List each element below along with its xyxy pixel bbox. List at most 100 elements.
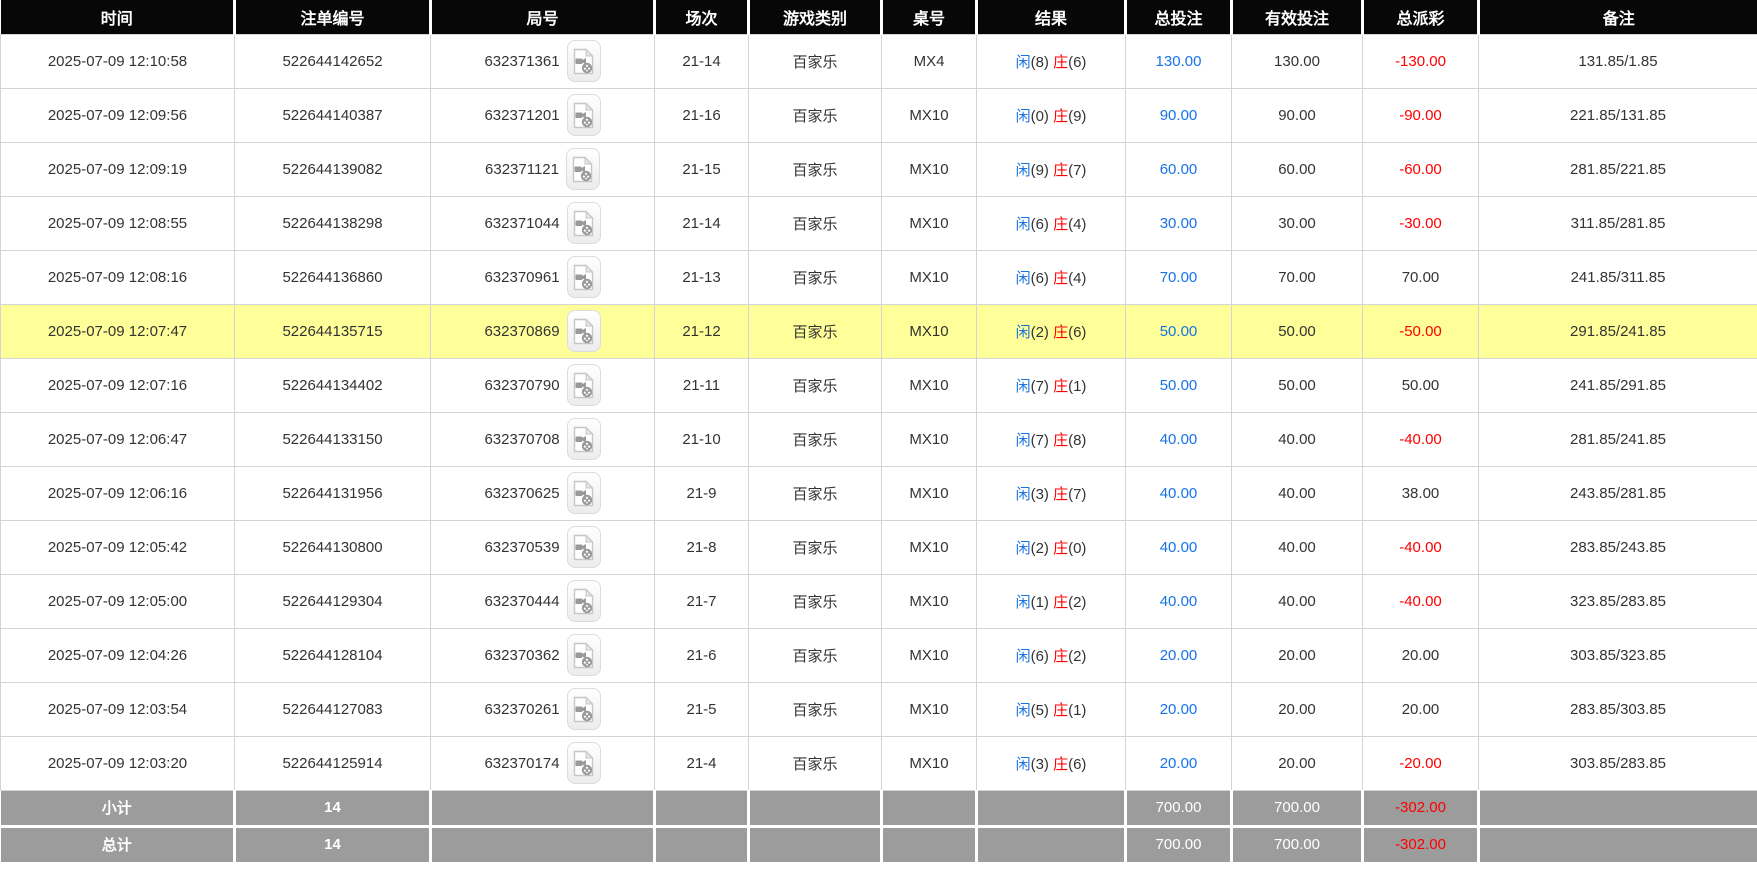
cell-bet-number: 522644138298 <box>234 195 431 251</box>
video-replay-button[interactable] <box>566 634 601 676</box>
grandtotal-row: 总计 14 700.00 700.00 -302.00 <box>0 824 1757 862</box>
cell-bet-number: 522644135715 <box>234 303 431 359</box>
cell-round-number: 632371201 <box>430 87 655 143</box>
result-player-score: (5) <box>1030 701 1054 719</box>
cell-remark: 283.85/243.85 <box>1478 519 1757 575</box>
result-player-score: (3) <box>1030 485 1054 503</box>
footer-remark <box>1478 789 1757 826</box>
result-player-label: 闲 <box>1015 53 1031 71</box>
cell-result: 闲(2) 庄(0) <box>976 519 1126 575</box>
footer-empty-cell <box>976 789 1127 826</box>
round-number-text: 632370539 <box>484 538 560 556</box>
cell-game-type: 百家乐 <box>748 411 882 467</box>
cell-remark: 311.85/281.85 <box>1478 195 1757 251</box>
cell-session: 21-12 <box>654 303 749 359</box>
cell-bet-number: 522644140387 <box>234 87 431 143</box>
table-row: 2025-07-09 12:10:58 522644142652 632371361… <box>0 33 1757 89</box>
cell-table-number: MX10 <box>881 735 977 791</box>
result-banker-label: 庄 <box>1053 215 1069 233</box>
cell-payout: 70.00 <box>1362 249 1479 305</box>
video-replay-button[interactable] <box>566 742 601 784</box>
result-banker-label: 庄 <box>1053 647 1069 665</box>
result-banker-score: (0) <box>1068 539 1087 557</box>
result-banker-label: 庄 <box>1053 755 1069 773</box>
cell-result: 闲(1) 庄(2) <box>976 573 1126 629</box>
round-number-text: 632371201 <box>484 106 560 124</box>
result-banker-score: (9) <box>1068 107 1087 125</box>
result-player-score: (0) <box>1030 107 1054 125</box>
footer-empty-cell <box>881 789 978 826</box>
cell-round-number: 632371121 <box>430 141 655 197</box>
cell-time: 2025-07-09 12:04:26 <box>0 627 235 683</box>
result-banker-label: 庄 <box>1053 485 1069 503</box>
cell-total-bet: 40.00 <box>1125 519 1232 575</box>
cell-session: 21-14 <box>654 33 749 89</box>
round-number-text: 632370444 <box>484 592 560 610</box>
video-replay-button[interactable] <box>566 526 601 568</box>
result-banker-label: 庄 <box>1053 377 1069 395</box>
round-number-group: 632370539 <box>435 526 650 568</box>
cell-round-number: 632370625 <box>430 465 655 521</box>
result-banker-score: (4) <box>1068 215 1087 233</box>
cell-remark: 323.85/283.85 <box>1478 573 1757 629</box>
table-row: 2025-07-09 12:05:42 522644130800 632370539… <box>0 519 1757 575</box>
subtotal-row: 小计 14 700.00 700.00 -302.00 <box>0 789 1757 826</box>
round-number-group: 632370961 <box>435 256 650 298</box>
cell-valid-bet: 20.00 <box>1231 681 1363 737</box>
result-player-score: (6) <box>1030 269 1054 287</box>
result-player-label: 闲 <box>1015 269 1031 287</box>
result-banker-score: (4) <box>1068 269 1087 287</box>
video-replay-button[interactable] <box>566 202 601 244</box>
cell-result: 闲(3) 庄(7) <box>976 465 1126 521</box>
table-footer: 小计 14 700.00 700.00 -302.00 总计 14 700.00 700.00-… <box>0 789 1757 862</box>
video-icon <box>573 263 594 290</box>
video-replay-button[interactable] <box>566 418 601 460</box>
cell-valid-bet: 130.00 <box>1231 33 1363 89</box>
cell-valid-bet: 50.00 <box>1231 303 1363 359</box>
result-player-label: 闲 <box>1015 323 1031 341</box>
cell-table-number: MX10 <box>881 411 977 467</box>
cell-session: 21-16 <box>654 87 749 143</box>
cell-payout: -40.00 <box>1362 519 1479 575</box>
column-header-remark: 备注 <box>1478 0 1757 34</box>
cell-payout: -40.00 <box>1362 573 1479 629</box>
video-replay-button[interactable] <box>566 40 601 82</box>
cell-bet-number: 522644128104 <box>234 627 431 683</box>
round-number-group: 632370708 <box>435 418 650 460</box>
cell-remark: 241.85/311.85 <box>1478 249 1757 305</box>
result-banker-label: 庄 <box>1053 539 1069 557</box>
cell-remark: 281.85/221.85 <box>1478 141 1757 197</box>
cell-time: 2025-07-09 12:08:55 <box>0 195 235 251</box>
video-replay-button[interactable] <box>566 256 601 298</box>
round-number-text: 632370625 <box>484 484 560 502</box>
cell-result: 闲(6) 庄(2) <box>976 627 1126 683</box>
video-replay-button[interactable] <box>565 148 600 190</box>
video-replay-button[interactable] <box>566 310 601 352</box>
round-number-text: 632370961 <box>484 268 560 286</box>
cell-bet-number: 522644130800 <box>234 519 431 575</box>
column-header-table-no: 桌号 <box>881 0 978 34</box>
video-replay-button[interactable] <box>566 580 601 622</box>
round-number-group: 632370444 <box>435 580 650 622</box>
cell-valid-bet: 70.00 <box>1231 249 1363 305</box>
cell-payout: -20.00 <box>1362 735 1479 791</box>
video-replay-button[interactable] <box>566 94 601 136</box>
cell-game-type: 百家乐 <box>748 573 882 629</box>
cell-result: 闲(6) 庄(4) <box>976 195 1126 251</box>
round-number-group: 632371361 <box>435 40 650 82</box>
video-replay-button[interactable] <box>566 688 601 730</box>
table-row: 2025-07-09 12:07:47 522644135715 632370869… <box>0 303 1757 359</box>
result-player-score: (3) <box>1030 755 1054 773</box>
result-banker-label: 庄 <box>1053 107 1069 125</box>
video-icon <box>573 317 594 344</box>
cell-result: 闲(6) 庄(4) <box>976 249 1126 305</box>
cell-table-number: MX10 <box>881 465 977 521</box>
header-row: 时间 注单编号 局号 场次 游戏类别 桌号 结果 总投注 有效投注 总派彩 备注 <box>0 0 1757 34</box>
table-row: 2025-07-09 12:08:55 522644138298 632371044… <box>0 195 1757 251</box>
video-replay-button[interactable] <box>566 364 601 406</box>
video-replay-button[interactable] <box>566 472 601 514</box>
cell-result: 闲(8) 庄(6) <box>976 33 1126 89</box>
cell-bet-number: 522644129304 <box>234 573 431 629</box>
cell-game-type: 百家乐 <box>748 681 882 737</box>
cell-table-number: MX4 <box>881 33 977 89</box>
